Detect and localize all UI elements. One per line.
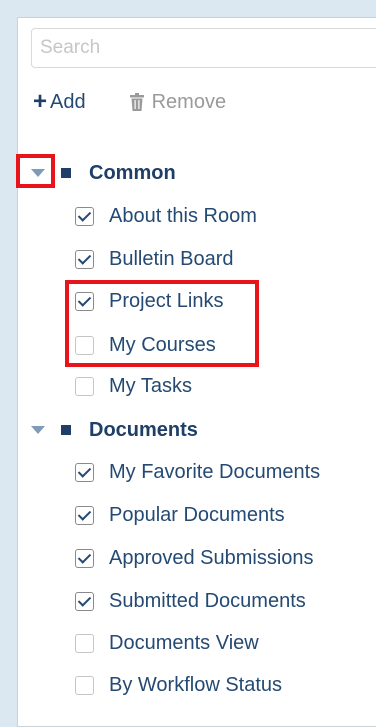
list-item[interactable]: My Courses bbox=[75, 330, 216, 360]
checkbox[interactable] bbox=[75, 633, 94, 653]
list-item[interactable]: About this Room bbox=[75, 201, 257, 231]
caret-down-icon[interactable] bbox=[31, 426, 45, 434]
item-label: My Courses bbox=[109, 333, 216, 356]
item-label: By Workflow Status bbox=[109, 673, 283, 696]
add-label: Add bbox=[50, 90, 86, 113]
item-label: Documents View bbox=[109, 631, 259, 654]
item-label: My Tasks bbox=[109, 374, 192, 397]
item-label: Submitted Documents bbox=[109, 589, 306, 612]
group-label: Documents bbox=[89, 418, 198, 441]
plus-icon: + bbox=[33, 88, 48, 115]
checkbox[interactable] bbox=[75, 376, 94, 396]
group-square-icon bbox=[61, 425, 71, 435]
remove-label: Remove bbox=[151, 90, 227, 113]
item-label: About this Room bbox=[109, 204, 257, 227]
list-item[interactable]: Submitted Documents bbox=[75, 586, 306, 616]
checkbox[interactable] bbox=[75, 291, 94, 311]
list-item[interactable]: Project Links bbox=[75, 286, 224, 316]
trash-icon bbox=[129, 93, 144, 111]
list-item[interactable]: My Favorite Documents bbox=[75, 457, 320, 487]
toolbar: + Add Remove bbox=[33, 88, 270, 116]
search-input[interactable] bbox=[31, 28, 376, 68]
list-item[interactable]: Documents View bbox=[75, 628, 259, 658]
checkbox[interactable] bbox=[75, 591, 94, 611]
group-label: Common bbox=[89, 161, 176, 184]
group-documents[interactable]: Documents bbox=[31, 415, 198, 445]
item-label: Project Links bbox=[109, 289, 224, 312]
caret-down-icon[interactable] bbox=[31, 169, 45, 177]
group-square-icon bbox=[61, 168, 71, 178]
list-item[interactable]: Popular Documents bbox=[75, 500, 285, 530]
checkbox[interactable] bbox=[75, 335, 94, 355]
group-common[interactable]: Common bbox=[31, 158, 176, 188]
item-label: Bulletin Board bbox=[109, 247, 234, 270]
item-label: Popular Documents bbox=[109, 503, 285, 526]
remove-button[interactable]: Remove bbox=[129, 90, 227, 114]
checkbox[interactable] bbox=[75, 206, 94, 226]
add-button[interactable]: + Add bbox=[33, 90, 86, 114]
item-label: My Favorite Documents bbox=[109, 460, 321, 483]
list-item[interactable]: My Tasks bbox=[75, 371, 192, 401]
checkbox[interactable] bbox=[75, 462, 94, 482]
item-label: Approved Submissions bbox=[109, 546, 314, 569]
list-item[interactable]: Approved Submissions bbox=[75, 543, 314, 573]
checkbox[interactable] bbox=[75, 548, 94, 568]
checkbox[interactable] bbox=[75, 249, 94, 269]
list-item[interactable]: Bulletin Board bbox=[75, 244, 234, 274]
checkbox[interactable] bbox=[75, 505, 94, 525]
checkbox[interactable] bbox=[75, 675, 94, 695]
list-item[interactable]: By Workflow Status bbox=[75, 670, 282, 700]
web-parts-panel bbox=[17, 17, 376, 727]
